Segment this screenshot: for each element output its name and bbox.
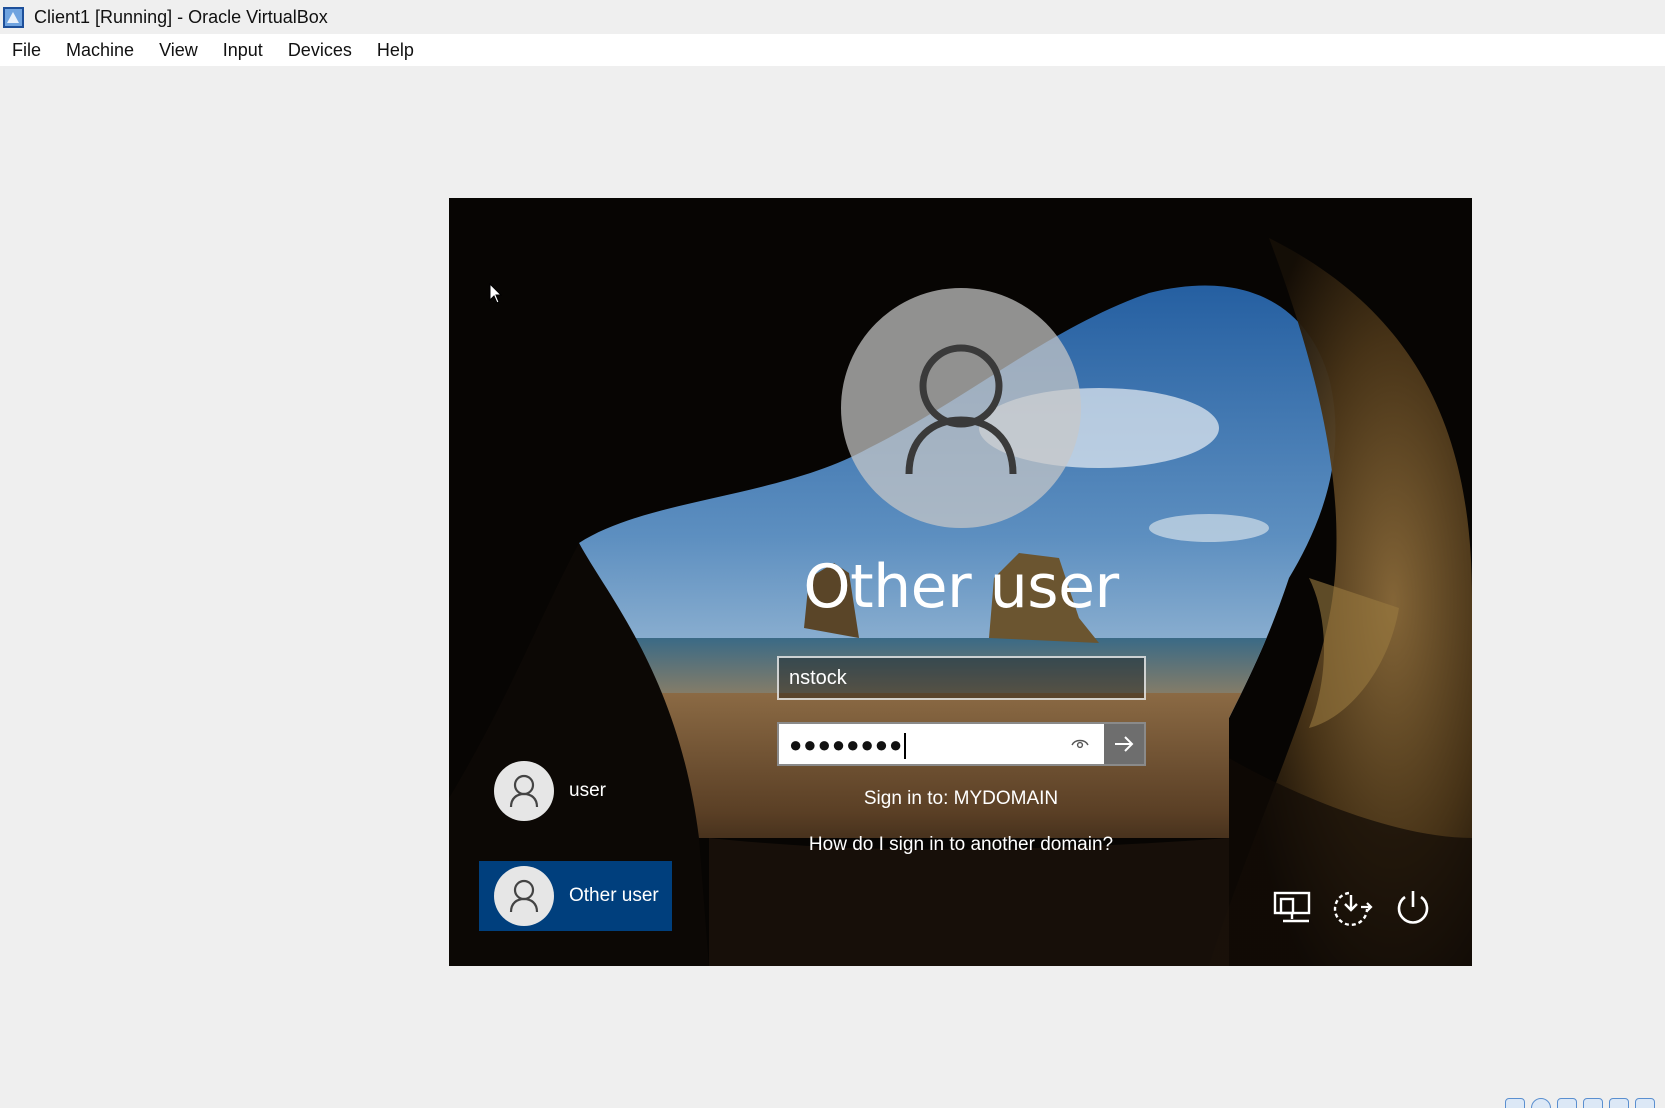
display-status-icon[interactable]: [1635, 1098, 1655, 1108]
menu-input[interactable]: Input: [210, 40, 275, 61]
menu-bar: File Machine View Input Devices Help: [0, 34, 1665, 66]
login-display-name: Other user: [803, 552, 1119, 622]
password-field[interactable]: ●●●●●●●●: [779, 724, 1104, 764]
user-silhouette-icon: [509, 774, 539, 808]
power-icon[interactable]: [1391, 885, 1435, 929]
sign-in-domain-text: Sign in to: MYDOMAIN: [863, 788, 1059, 809]
user-silhouette-icon: [905, 344, 1017, 475]
menu-devices[interactable]: Devices: [275, 40, 364, 61]
ease-of-access-icon[interactable]: [1331, 885, 1375, 929]
password-field-container: ●●●●●●●●: [777, 722, 1146, 766]
user-silhouette-icon: [509, 879, 539, 913]
eye-icon[interactable]: [1069, 734, 1091, 754]
user-tile-label: user: [569, 780, 606, 801]
optical-drive-status-icon[interactable]: [1531, 1098, 1551, 1108]
hard-disk-status-icon[interactable]: [1505, 1098, 1525, 1108]
virtualbox-app-icon: [2, 6, 25, 29]
usb-status-icon[interactable]: [1557, 1098, 1577, 1108]
user-tile-user[interactable]: user: [479, 756, 672, 826]
avatar: [494, 761, 554, 821]
menu-view[interactable]: View: [147, 40, 211, 61]
menu-file[interactable]: File: [0, 40, 54, 61]
network-status-icon[interactable]: [1609, 1098, 1629, 1108]
avatar: [494, 866, 554, 926]
username-field[interactable]: nstock: [777, 656, 1146, 700]
user-tile-label: Other user: [569, 885, 659, 906]
network-icon[interactable]: [1271, 885, 1315, 929]
text-caret: [904, 733, 907, 760]
password-mask: ●●●●●●●●: [789, 732, 904, 757]
vm-status-bar: [1495, 1096, 1665, 1108]
user-tile-other-user[interactable]: Other user: [479, 861, 672, 931]
title-bar: Client1 [Running] - Oracle VirtualBox: [0, 0, 1665, 34]
mouse-pointer-icon: [489, 283, 503, 304]
window-title: Client1 [Running] - Oracle VirtualBox: [34, 6, 328, 27]
menu-machine[interactable]: Machine: [54, 40, 147, 61]
submit-button[interactable]: [1104, 724, 1144, 764]
audio-status-icon[interactable]: [1583, 1098, 1603, 1108]
user-avatar-large: [841, 288, 1081, 528]
vm-display[interactable]: Other user nstock ●●●●●●●● Sign in to: M…: [449, 198, 1472, 966]
arrow-right-icon: [1115, 736, 1134, 752]
other-domain-link[interactable]: How do I sign in to another domain?: [661, 834, 1261, 856]
menu-help[interactable]: Help: [364, 40, 426, 61]
